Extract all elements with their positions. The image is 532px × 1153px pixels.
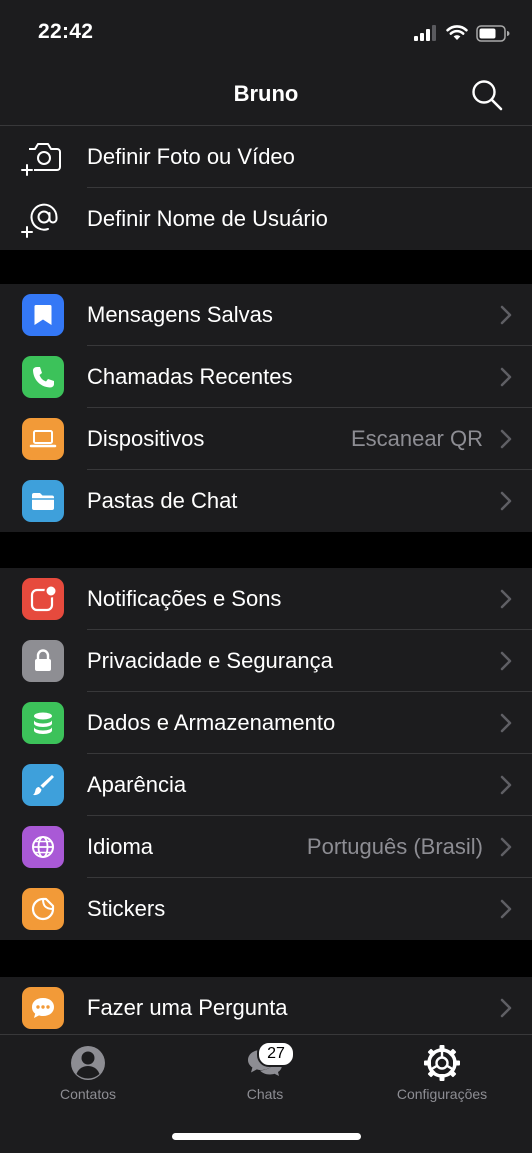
phone-icon [33, 367, 54, 388]
devices-value: Escanear QR [350, 426, 483, 451]
appearance-row[interactable]: Aparência [0, 754, 532, 816]
chevron-right-icon [500, 367, 512, 387]
general-group: Mensagens Salvas Chamadas Recentes Dispo… [0, 284, 532, 532]
settings-screen: 22:42 Bruno Definir Foto ou Vídeo Defini… [0, 0, 532, 1153]
database-icon [34, 712, 52, 734]
chats-unread-badge: 27 [257, 1041, 295, 1067]
brush-icon [33, 775, 54, 796]
search-icon[interactable] [470, 78, 504, 112]
status-bar: 22:42 [0, 0, 532, 62]
recent-calls-row[interactable]: Chamadas Recentes [0, 346, 532, 408]
language-icon-box [22, 826, 64, 868]
tab-contacts-label: Contatos [59, 1086, 117, 1102]
language-label: Idioma [87, 834, 154, 859]
notifications-row[interactable]: Notificações e Sons [0, 568, 532, 630]
lock-icon [35, 649, 51, 671]
person-circle-icon [71, 1046, 105, 1080]
set-photo-label: Definir Foto ou Vídeo [87, 144, 295, 169]
battery-icon [476, 24, 510, 42]
preferences-group: Notificações e Sons Privacidade e Segura… [0, 568, 532, 940]
privacy-row[interactable]: Privacidade e Segurança [0, 630, 532, 692]
notifications-icon-box [22, 578, 64, 620]
chat-bubble-icon [32, 998, 54, 1018]
devices-label: Dispositivos [87, 426, 205, 451]
recent-calls-label: Chamadas Recentes [87, 364, 293, 389]
tab-contacts[interactable]: Contatos [18, 1035, 158, 1115]
tab-chats-label: Chats [246, 1086, 284, 1102]
help-group: Fazer uma Pergunta [0, 977, 532, 1039]
navigation-bar: Bruno [0, 62, 532, 126]
stickers-row[interactable]: Stickers [0, 878, 532, 940]
language-value: Português (Brasil) [306, 834, 483, 859]
devices-row[interactable]: Dispositivos Escanear QR [0, 408, 532, 470]
chevron-right-icon [500, 775, 512, 795]
tab-settings-label: Configurações [396, 1086, 488, 1102]
set-photo-row[interactable]: Definir Foto ou Vídeo [0, 126, 532, 188]
stickers-label: Stickers [87, 896, 166, 921]
data-storage-row[interactable]: Dados e Armazenamento [0, 692, 532, 754]
bookmark-icon [34, 305, 52, 325]
notifications-label: Notificações e Sons [87, 586, 282, 611]
ask-question-row[interactable]: Fazer uma Pergunta [0, 977, 532, 1039]
appearance-label: Aparência [87, 772, 187, 797]
appearance-icon-box [22, 764, 64, 806]
saved-messages-icon-box [22, 294, 64, 336]
chevron-right-icon [500, 651, 512, 671]
chevron-right-icon [500, 491, 512, 511]
status-time: 22:42 [38, 20, 94, 43]
chevron-right-icon [500, 429, 512, 449]
at-add-icon [21, 203, 58, 238]
chevron-right-icon [500, 589, 512, 609]
laptop-icon [29, 430, 57, 448]
status-icons [414, 22, 510, 44]
folder-icon [32, 493, 54, 510]
ask-question-label: Fazer uma Pergunta [87, 995, 288, 1020]
settings-gear-icon [424, 1045, 460, 1081]
privacy-icon-box [22, 640, 64, 682]
chat-folders-icon-box [22, 480, 64, 522]
sticker-icon [31, 897, 55, 921]
globe-icon [32, 836, 54, 858]
page-title: Bruno [233, 81, 299, 106]
tab-settings[interactable]: Configurações [372, 1035, 512, 1115]
devices-icon-box [22, 418, 64, 460]
chevron-right-icon [500, 899, 512, 919]
stickers-icon-box [22, 888, 64, 930]
language-row[interactable]: Idioma Português (Brasil) [0, 816, 532, 878]
chevron-right-icon [500, 713, 512, 733]
data-storage-icon-box [22, 702, 64, 744]
chevron-right-icon [500, 998, 512, 1018]
chat-folders-label: Pastas de Chat [87, 488, 238, 513]
data-storage-label: Dados e Armazenamento [87, 710, 336, 735]
wifi-icon [446, 25, 468, 40]
saved-messages-row[interactable]: Mensagens Salvas [0, 284, 532, 346]
home-indicator[interactable] [172, 1133, 361, 1140]
set-username-row[interactable]: Definir Nome de Usuário [0, 188, 532, 250]
saved-messages-label: Mensagens Salvas [87, 302, 273, 327]
chevron-right-icon [500, 837, 512, 857]
notification-badge-icon [30, 584, 58, 612]
set-username-label: Definir Nome de Usuário [87, 206, 328, 231]
recent-calls-icon-box [22, 356, 64, 398]
profile-actions-group: Definir Foto ou Vídeo Definir Nome de Us… [0, 126, 532, 250]
privacy-label: Privacidade e Segurança [87, 648, 333, 673]
cellular-signal-icon [414, 25, 436, 41]
ask-question-icon-box [22, 987, 64, 1029]
chat-folders-row[interactable]: Pastas de Chat [0, 470, 532, 532]
chevron-right-icon [500, 305, 512, 325]
camera-add-icon [21, 143, 61, 176]
